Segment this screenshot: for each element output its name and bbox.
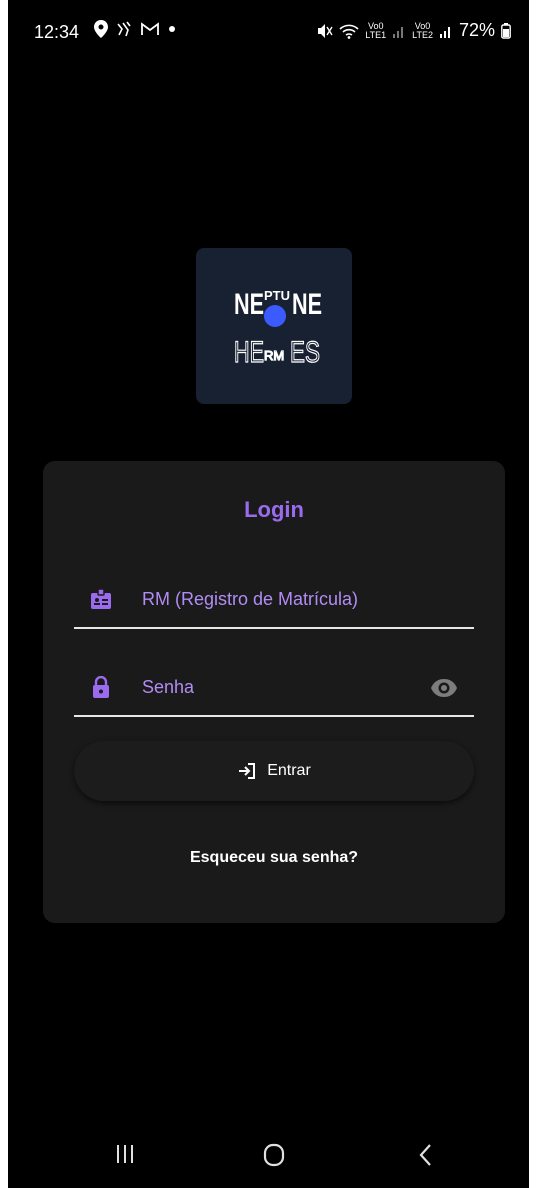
status-left-icons: [94, 20, 176, 38]
rm-field[interactable]: RM (Registro de Matrícula): [74, 567, 474, 629]
neptune-hermes-logo: NE PTU NE HE RM ES: [233, 288, 322, 370]
wifi-icon: [339, 24, 359, 39]
svg-text:NE: NE: [234, 288, 264, 321]
svg-text:ES: ES: [290, 336, 320, 369]
svg-text:RM: RM: [264, 348, 284, 363]
system-nav-bar: [8, 1128, 529, 1188]
status-time: 12:34: [34, 22, 80, 42]
toggle-password-visibility-icon[interactable]: [430, 676, 458, 700]
logo-dot: [264, 305, 286, 327]
svg-text:HE: HE: [234, 336, 264, 369]
more-notifications-dot-icon: [169, 26, 175, 32]
sim1-label: Vo0 LTE1: [365, 20, 387, 40]
phone-screen: 12:34 Vo0 LTE1 Vo0 LTE2 72% NE PTU NE HE…: [8, 0, 529, 1188]
svg-text:PTU: PTU: [264, 288, 290, 303]
back-icon[interactable]: [418, 1142, 434, 1168]
status-bar: 12:34 Vo0 LTE1 Vo0 LTE2 72%: [8, 0, 529, 60]
gmail-icon: [141, 22, 159, 35]
home-icon[interactable]: [262, 1142, 286, 1168]
login-submit-label: Entrar: [267, 762, 311, 779]
rm-field-label: RM (Registro de Matrícula): [142, 589, 359, 609]
signal-sim2-icon: [439, 26, 450, 38]
location-icon: [94, 20, 108, 38]
login-title: Login: [244, 497, 304, 522]
password-field[interactable]: Senha: [74, 655, 474, 717]
login-submit-button[interactable]: Entrar: [74, 741, 474, 801]
login-icon: [239, 763, 256, 779]
app-notification-icon: [117, 21, 131, 37]
sim2-label: Vo0 LTE2: [412, 20, 433, 40]
status-right-icons: Vo0 LTE1 Vo0 LTE2 72%: [317, 20, 511, 41]
app-logo: NE PTU NE HE RM ES: [196, 248, 352, 404]
password-field-label: Senha: [142, 677, 195, 697]
svg-text:NE: NE: [292, 288, 322, 321]
lock-icon: [93, 676, 109, 698]
battery-percent: 72%: [458, 20, 495, 40]
signal-sim1-icon: [393, 26, 404, 38]
login-card: Login RM (Registro de Matrícula) Senha E…: [43, 461, 505, 923]
mute-icon: [318, 23, 333, 38]
forgot-password-link[interactable]: Esqueceu sua senha?: [43, 849, 505, 867]
id-badge-icon: [91, 588, 111, 609]
recent-apps-icon[interactable]: [115, 1142, 135, 1166]
battery-icon: [501, 22, 511, 39]
